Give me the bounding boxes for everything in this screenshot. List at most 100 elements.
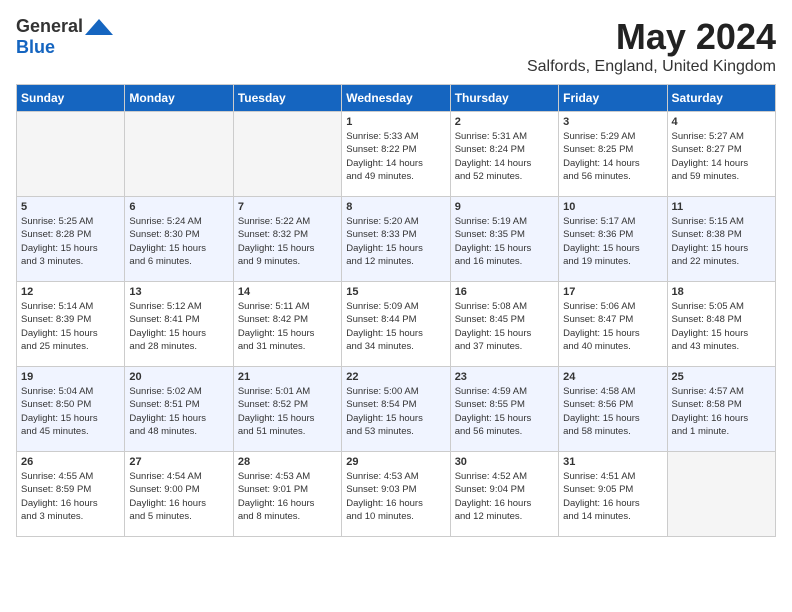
- calendar-cell: 26Sunrise: 4:55 AM Sunset: 8:59 PM Dayli…: [17, 452, 125, 537]
- day-info: Sunrise: 5:33 AM Sunset: 8:22 PM Dayligh…: [346, 130, 445, 183]
- calendar-cell: 1 Sunrise: 5:33 AM Sunset: 8:22 PM Daylig…: [342, 112, 450, 197]
- week-row-1: 1 Sunrise: 5:33 AM Sunset: 8:22 PM Daylig…: [17, 112, 776, 197]
- day-info: Sunrise: 5:14 AM Sunset: 8:39 PM Dayligh…: [21, 300, 120, 353]
- week-row-2: 5 Sunrise: 5:25 AM Sunset: 8:28 PM Daylig…: [17, 197, 776, 282]
- header-cell-monday: Monday: [125, 85, 233, 112]
- day-number: 19: [21, 371, 120, 383]
- day-info: Sunrise: 4:57 AM Sunset: 8:58 PM Dayligh…: [672, 385, 771, 438]
- calendar-cell: 18 Sunrise: 5:05 AM Sunset: 8:48 PM Dayli…: [667, 282, 775, 367]
- day-info: Sunrise: 5:01 AM Sunset: 8:52 PM Dayligh…: [238, 385, 337, 438]
- day-info: Sunrise: 4:53 AM Sunset: 9:01 PM Dayligh…: [238, 470, 337, 523]
- day-info: Sunrise: 5:19 AM Sunset: 8:35 PM Dayligh…: [455, 215, 554, 268]
- header-cell-sunday: Sunday: [17, 85, 125, 112]
- calendar-cell: 3 Sunrise: 5:29 AM Sunset: 8:25 PM Daylig…: [559, 112, 667, 197]
- calendar-cell: 21Sunrise: 5:01 AM Sunset: 8:52 PM Dayli…: [233, 367, 341, 452]
- logo-blue-text: Blue: [16, 37, 55, 57]
- header-cell-tuesday: Tuesday: [233, 85, 341, 112]
- day-number: 30: [455, 456, 554, 468]
- calendar-cell: 10Sunrise: 5:17 AM Sunset: 8:36 PM Dayli…: [559, 197, 667, 282]
- day-info: Sunrise: 5:00 AM Sunset: 8:54 PM Dayligh…: [346, 385, 445, 438]
- header-row: SundayMondayTuesdayWednesdayThursdayFrid…: [17, 85, 776, 112]
- day-number: 8: [346, 201, 445, 213]
- day-number: 25: [672, 371, 771, 383]
- calendar-cell: 8 Sunrise: 5:20 AM Sunset: 8:33 PM Daylig…: [342, 197, 450, 282]
- day-info: Sunrise: 5:29 AM Sunset: 8:25 PM Dayligh…: [563, 130, 662, 183]
- day-info: Sunrise: 5:17 AM Sunset: 8:36 PM Dayligh…: [563, 215, 662, 268]
- day-info: Sunrise: 5:25 AM Sunset: 8:28 PM Dayligh…: [21, 215, 120, 268]
- header-cell-saturday: Saturday: [667, 85, 775, 112]
- calendar-cell: 4Sunrise: 5:27 AM Sunset: 8:27 PM Daylig…: [667, 112, 775, 197]
- location: Salfords, England, United Kingdom: [527, 58, 776, 76]
- calendar-cell: 7 Sunrise: 5:22 AM Sunset: 8:32 PM Daylig…: [233, 197, 341, 282]
- day-info: Sunrise: 5:05 AM Sunset: 8:48 PM Dayligh…: [672, 300, 771, 353]
- day-info: Sunrise: 5:12 AM Sunset: 8:41 PM Dayligh…: [129, 300, 228, 353]
- day-number: 3: [563, 116, 662, 128]
- day-info: Sunrise: 4:55 AM Sunset: 8:59 PM Dayligh…: [21, 470, 120, 523]
- day-info: Sunrise: 4:53 AM Sunset: 9:03 PM Dayligh…: [346, 470, 445, 523]
- day-info: Sunrise: 4:52 AM Sunset: 9:04 PM Dayligh…: [455, 470, 554, 523]
- day-number: 2: [455, 116, 554, 128]
- day-info: Sunrise: 4:54 AM Sunset: 9:00 PM Dayligh…: [129, 470, 228, 523]
- day-number: 24: [563, 371, 662, 383]
- calendar-cell: 28 Sunrise: 4:53 AM Sunset: 9:01 PM Dayli…: [233, 452, 341, 537]
- calendar-cell: 2 Sunrise: 5:31 AM Sunset: 8:24 PM Daylig…: [450, 112, 558, 197]
- day-info: Sunrise: 5:08 AM Sunset: 8:45 PM Dayligh…: [455, 300, 554, 353]
- week-row-4: 19Sunrise: 5:04 AM Sunset: 8:50 PM Dayli…: [17, 367, 776, 452]
- day-info: Sunrise: 5:22 AM Sunset: 8:32 PM Dayligh…: [238, 215, 337, 268]
- calendar-cell: 24 Sunrise: 4:58 AM Sunset: 8:56 PM Dayli…: [559, 367, 667, 452]
- calendar-cell: 5 Sunrise: 5:25 AM Sunset: 8:28 PM Daylig…: [17, 197, 125, 282]
- day-number: 13: [129, 286, 228, 298]
- day-number: 4: [672, 116, 771, 128]
- day-number: 9: [455, 201, 554, 213]
- day-number: 6: [129, 201, 228, 213]
- month-title: May 2024: [527, 16, 776, 58]
- day-info: Sunrise: 5:24 AM Sunset: 8:30 PM Dayligh…: [129, 215, 228, 268]
- day-number: 5: [21, 201, 120, 213]
- calendar-cell: [233, 112, 341, 197]
- page-header: General Blue May 2024 Salfords, England,…: [16, 16, 776, 76]
- calendar-cell: 17 Sunrise: 5:06 AM Sunset: 8:47 PM Dayli…: [559, 282, 667, 367]
- day-number: 15: [346, 286, 445, 298]
- day-number: 29: [346, 456, 445, 468]
- day-info: Sunrise: 5:09 AM Sunset: 8:44 PM Dayligh…: [346, 300, 445, 353]
- day-number: 14: [238, 286, 337, 298]
- day-number: 17: [563, 286, 662, 298]
- logo-icon: [85, 17, 113, 37]
- calendar-cell: 19Sunrise: 5:04 AM Sunset: 8:50 PM Dayli…: [17, 367, 125, 452]
- calendar-cell: 29 Sunrise: 4:53 AM Sunset: 9:03 PM Dayli…: [342, 452, 450, 537]
- day-info: Sunrise: 5:02 AM Sunset: 8:51 PM Dayligh…: [129, 385, 228, 438]
- day-number: 28: [238, 456, 337, 468]
- day-info: Sunrise: 5:20 AM Sunset: 8:33 PM Dayligh…: [346, 215, 445, 268]
- day-number: 18: [672, 286, 771, 298]
- day-info: Sunrise: 4:51 AM Sunset: 9:05 PM Dayligh…: [563, 470, 662, 523]
- logo: General Blue: [16, 16, 113, 58]
- calendar-cell: 22Sunrise: 5:00 AM Sunset: 8:54 PM Dayli…: [342, 367, 450, 452]
- day-number: 7: [238, 201, 337, 213]
- day-number: 1: [346, 116, 445, 128]
- header-cell-wednesday: Wednesday: [342, 85, 450, 112]
- week-row-3: 12 Sunrise: 5:14 AM Sunset: 8:39 PM Dayli…: [17, 282, 776, 367]
- calendar-cell: 12 Sunrise: 5:14 AM Sunset: 8:39 PM Dayli…: [17, 282, 125, 367]
- calendar-cell: [125, 112, 233, 197]
- calendar-cell: 31 Sunrise: 4:51 AM Sunset: 9:05 PM Dayli…: [559, 452, 667, 537]
- day-info: Sunrise: 5:31 AM Sunset: 8:24 PM Dayligh…: [455, 130, 554, 183]
- day-number: 31: [563, 456, 662, 468]
- day-info: Sunrise: 4:59 AM Sunset: 8:55 PM Dayligh…: [455, 385, 554, 438]
- day-number: 27: [129, 456, 228, 468]
- calendar-cell: 30 Sunrise: 4:52 AM Sunset: 9:04 PM Dayli…: [450, 452, 558, 537]
- logo-general-text: General: [16, 16, 83, 37]
- header-cell-thursday: Thursday: [450, 85, 558, 112]
- calendar-cell: 14 Sunrise: 5:11 AM Sunset: 8:42 PM Dayli…: [233, 282, 341, 367]
- calendar-cell: 16Sunrise: 5:08 AM Sunset: 8:45 PM Dayli…: [450, 282, 558, 367]
- calendar-cell: [667, 452, 775, 537]
- day-info: Sunrise: 5:11 AM Sunset: 8:42 PM Dayligh…: [238, 300, 337, 353]
- day-info: Sunrise: 5:06 AM Sunset: 8:47 PM Dayligh…: [563, 300, 662, 353]
- day-number: 12: [21, 286, 120, 298]
- calendar-cell: 15 Sunrise: 5:09 AM Sunset: 8:44 PM Dayli…: [342, 282, 450, 367]
- calendar-cell: 6 Sunrise: 5:24 AM Sunset: 8:30 PM Daylig…: [125, 197, 233, 282]
- day-info: Sunrise: 5:15 AM Sunset: 8:38 PM Dayligh…: [672, 215, 771, 268]
- day-number: 20: [129, 371, 228, 383]
- day-info: Sunrise: 4:58 AM Sunset: 8:56 PM Dayligh…: [563, 385, 662, 438]
- week-row-5: 26Sunrise: 4:55 AM Sunset: 8:59 PM Dayli…: [17, 452, 776, 537]
- calendar-cell: 9 Sunrise: 5:19 AM Sunset: 8:35 PM Daylig…: [450, 197, 558, 282]
